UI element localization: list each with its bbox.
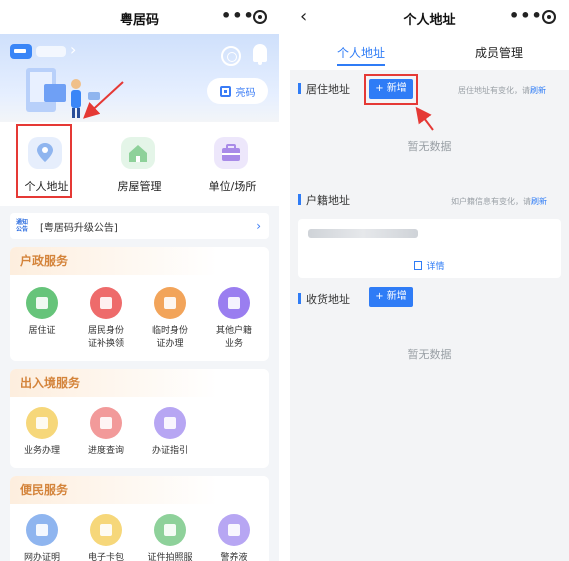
annotation-arrows — [83, 81, 434, 131]
arrow-left — [83, 81, 124, 119]
arrow-right — [415, 106, 434, 131]
